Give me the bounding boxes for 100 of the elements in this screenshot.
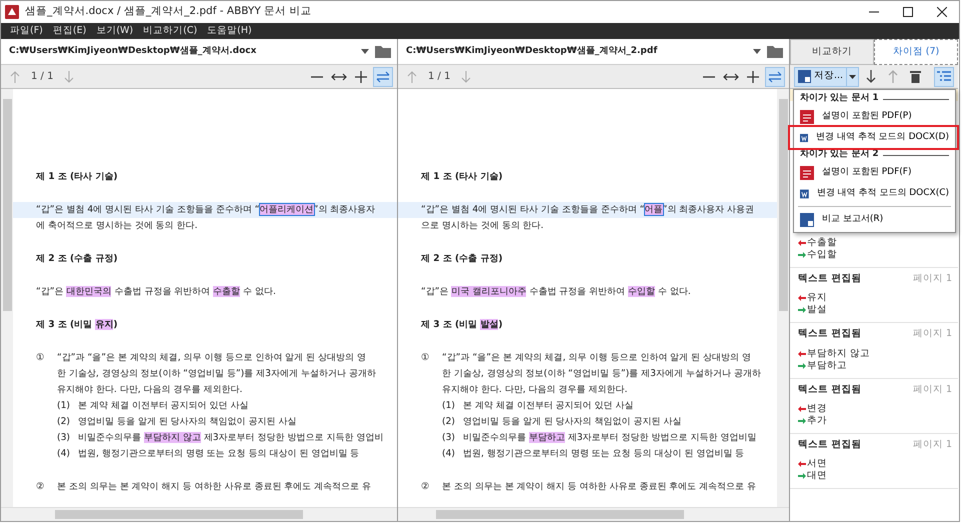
- difference-item[interactable]: 텍스트 편집됨 페이지 1 유지 발설: [790, 268, 958, 324]
- sync-scroll-button[interactable]: [373, 66, 393, 86]
- up-arrow-icon: [888, 70, 898, 83]
- up-arrow-icon: [10, 70, 20, 82]
- article-heading: 제 3 조 (비밀 유지): [36, 319, 118, 330]
- menu-item[interactable]: 도움말(H): [202, 23, 257, 39]
- document-text: 법원, 행정기관으로부터의 명령 또는 요청 등의 대상이 된 영업비밀 등: [463, 448, 744, 459]
- down-arrow-icon: [64, 70, 74, 82]
- menu-item[interactable]: 설명이 포함된 PDF(P): [794, 106, 955, 127]
- document-text: 으로 명시하는 것에 동의 한다.: [421, 220, 544, 231]
- right-arrow-icon: [798, 307, 806, 314]
- menu-item[interactable]: 변경 내역 추적 모드의 DOCX(D): [794, 127, 955, 148]
- menu-section-header: 차이가 있는 문서 1: [800, 92, 879, 106]
- maximize-icon: [903, 7, 913, 17]
- double-arrow-icon: [723, 72, 739, 82]
- menu-item[interactable]: 비교 보고서(R): [794, 209, 955, 230]
- horizontal-scrollbar[interactable]: [398, 507, 789, 521]
- removed-text: 부담하지 않고: [807, 348, 870, 360]
- left-arrow-icon: [798, 295, 806, 302]
- horizontal-scrollbar[interactable]: [1, 507, 397, 521]
- right-arrow-icon: [798, 252, 806, 258]
- vertical-scrollbar[interactable]: [777, 89, 789, 507]
- panel-tab[interactable]: 차이점 (7): [874, 39, 958, 65]
- list-marker: ①: [421, 351, 430, 365]
- document-icon: [798, 70, 811, 83]
- right-arrow-icon: [798, 473, 806, 479]
- dropdown-caret-icon[interactable]: [753, 49, 761, 54]
- document-text: “갑”과 “을”은 본 계약의 체결, 의무 이행 등으로 인하여 알게 된 상대방의 영: [57, 352, 366, 363]
- document-text: 유지해야 한다. 다만, 다음의 경우를 제외한다.: [442, 384, 628, 395]
- document-text: 영업비밀 등을 알게 된 당사자의 책임없이 공지된 사실: [463, 416, 682, 427]
- document-text: 법원, 행정기관으로부터의 명령 또는 요청 등의 대상이 된 영업비밀 등: [78, 448, 360, 459]
- menu-item[interactable]: 비교하기(C): [138, 23, 202, 39]
- menu-item[interactable]: 편집(E): [48, 23, 92, 39]
- swap-arrows-icon: [376, 70, 390, 82]
- document-text: “갑”은 대한민국의 수출법 규정을 위반하여 수출할 수 없다.: [36, 286, 276, 297]
- article-heading: 제 2 조 (수출 규정): [421, 253, 503, 264]
- document-text: 비밀준수의무를 부담하지 않고 제3자로부터 정당한 방법으로 지득한 영업비: [78, 432, 384, 443]
- list-marker: (2): [57, 415, 72, 429]
- sync-scroll-button[interactable]: [765, 66, 785, 86]
- added-text: 수입할: [807, 249, 837, 261]
- document-text: 비밀준수의무를 부담하고 제3자로부터 정당한 방법으로 지득한 영업비밀: [463, 432, 756, 443]
- difference-item[interactable]: 텍스트 편집됨 페이지 1 변경 추가: [790, 378, 958, 434]
- list-marker: ②: [421, 480, 430, 494]
- article-heading: 제 2 조 (수출 규정): [36, 253, 118, 264]
- app-logo-icon: [5, 5, 19, 19]
- window-title: 샘플_계약서.docx / 샘플_계약서_2.pdf - ABBYY 문서 비교: [25, 4, 312, 20]
- left-arrow-icon: [798, 240, 806, 246]
- removed-text: 수출할: [807, 237, 837, 249]
- menu-item[interactable]: 설명이 포함된 PDF(F): [794, 162, 955, 183]
- left-arrow-icon: [798, 406, 806, 412]
- list-icon: [937, 70, 951, 82]
- menu-item[interactable]: 보기(W): [91, 23, 138, 39]
- folder-icon[interactable]: [375, 45, 391, 58]
- difference-title: 텍스트 편집됨: [798, 272, 862, 286]
- down-arrow-icon: [866, 70, 876, 83]
- page-label: 페이지 1: [912, 382, 952, 396]
- page-label: 페이지 1: [912, 438, 952, 452]
- added-text: 대면: [807, 470, 827, 482]
- added-text: 발설: [807, 304, 827, 316]
- left-arrow-icon: [798, 350, 806, 356]
- document-text: 한 기술상, 경영상의 정보(이하 “영업비밀 등”)를 제3자에게 누설하거나 공개하: [442, 368, 761, 379]
- difference-item[interactable]: 텍스트 편집됨 페이지 1 부담하지 않고 부담하고: [790, 323, 958, 378]
- added-text: 추가: [807, 414, 827, 427]
- pdf-file-icon: [800, 110, 814, 124]
- removed-text: 변경: [807, 402, 827, 415]
- file-path: C:₩Users₩KimJiyeon₩Desktop₩샘플_계약서.docx: [9, 44, 258, 58]
- list-marker: (4): [57, 447, 72, 461]
- dropdown-button[interactable]: [847, 66, 860, 86]
- list-marker: (1): [57, 399, 72, 413]
- close-icon: [937, 7, 947, 17]
- plus-icon: [747, 70, 759, 82]
- list-marker: (2): [442, 415, 456, 429]
- right-arrow-icon: [798, 362, 806, 368]
- up-arrow-icon: [407, 70, 417, 82]
- menu-item[interactable]: 변경 내역 추적 모드의 DOCX(C): [794, 183, 955, 204]
- document-text: 한 기술상, 경영상의 정보(이하 “영업비밀 등”)를 제3자에게 누설하거나 공개하: [57, 368, 376, 379]
- report-file-icon: [800, 212, 814, 226]
- document-text: “갑”과 “을”은 본 계약의 체결, 의무 이행 등으로 인하여 알게 된 상대방의 영: [442, 352, 752, 363]
- pdf-file-icon: [800, 166, 814, 180]
- removed-text: 서면: [807, 458, 827, 470]
- article-heading: 제 1 조 (타사 기술): [421, 171, 503, 182]
- article-heading: 제 1 조 (타사 기술): [36, 171, 118, 182]
- caret-icon: [849, 74, 856, 78]
- page-counter: 1 / 1: [428, 70, 450, 84]
- menu-item[interactable]: 파일(F): [5, 23, 48, 39]
- down-arrow-icon: [461, 70, 472, 82]
- difference-item[interactable]: 텍스트 편집됨 페이지 1 서면 대면: [790, 434, 958, 489]
- double-arrow-icon: [331, 72, 347, 82]
- list-marker: (1): [442, 399, 456, 413]
- vertical-scrollbar[interactable]: [1, 89, 13, 507]
- list-view-button[interactable]: [934, 66, 954, 86]
- document-text: 본 계약 체결 이전부터 공지되어 있던 사실: [463, 400, 634, 411]
- difference-title: 텍스트 편집됨: [798, 438, 862, 452]
- document-text: “갑”은 미국 캘리포니아주 수출법 규정을 위반하여 수입할 수 없다.: [421, 286, 691, 297]
- panel-tab[interactable]: 비교하기: [790, 39, 874, 65]
- document-text: 유지해야 한다. 다만, 다음의 경우를 제외한다.: [57, 384, 242, 395]
- dropdown-caret-icon[interactable]: [361, 49, 369, 54]
- save-button[interactable]: 저장...: [794, 66, 848, 86]
- document-text: 본 계약 체결 이전부터 공지되어 있던 사실: [78, 400, 249, 411]
- folder-icon[interactable]: [767, 45, 783, 58]
